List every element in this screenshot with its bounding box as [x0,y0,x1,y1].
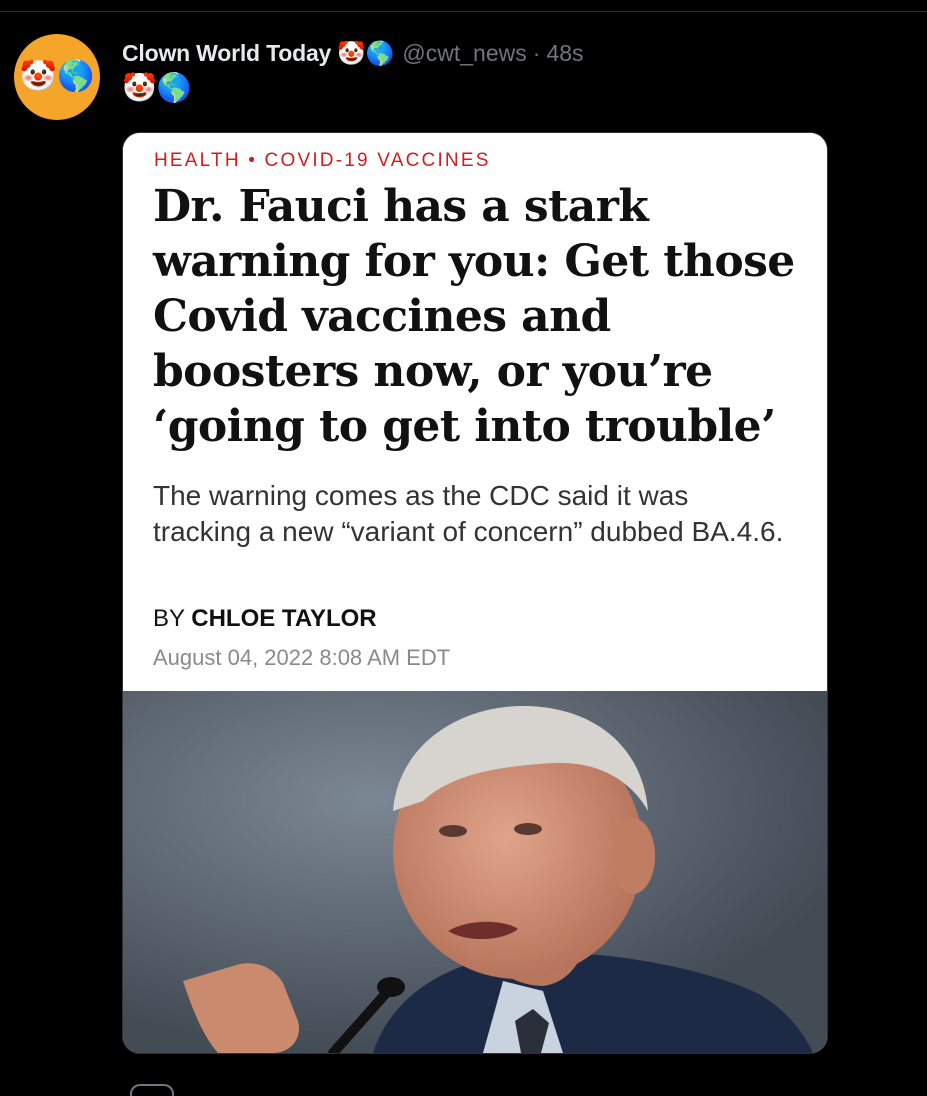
clown-globe-icon: 🤡🌎 [337,39,395,66]
action-bar-partial-icon[interactable] [130,1084,174,1096]
article-headline: Dr. Fauci has a stark warning for you: G… [153,181,795,452]
handle[interactable]: @cwt_news [402,40,526,67]
article-photo [123,691,827,1053]
article-screenshot: HEALTH • COVID-19 VACCINES Dr. Fauci has… [123,133,827,691]
speaker-photo-illustration [123,691,827,1053]
byline-prefix: BY [153,605,185,632]
tweet[interactable]: 🤡🌎 Clown World Today 🤡🌎 @cwt_news · 48s … [0,12,927,1096]
timestamp[interactable]: 48s [546,40,583,67]
separator: · [532,39,541,66]
display-name[interactable]: Clown World Today [122,40,331,67]
tweet-text: 🤡🌎 [122,72,192,103]
article-kicker: HEALTH • COVID-19 VACCINES [154,150,491,171]
avatar[interactable]: 🤡🌎 [14,34,100,120]
tweet-header: Clown World Today 🤡🌎 @cwt_news · 48s [122,38,584,68]
article-dek: The warning comes as the CDC said it was… [153,480,784,547]
article-byline: BY CHLOE TAYLOR [153,605,377,633]
byline-author: CHLOE TAYLOR [191,605,377,632]
media-card[interactable]: HEALTH • COVID-19 VACCINES Dr. Fauci has… [122,132,828,1054]
article-date: August 04, 2022 8:08 AM EDT [153,645,451,670]
avatar-clown-globe-icon: 🤡🌎 [19,60,95,93]
